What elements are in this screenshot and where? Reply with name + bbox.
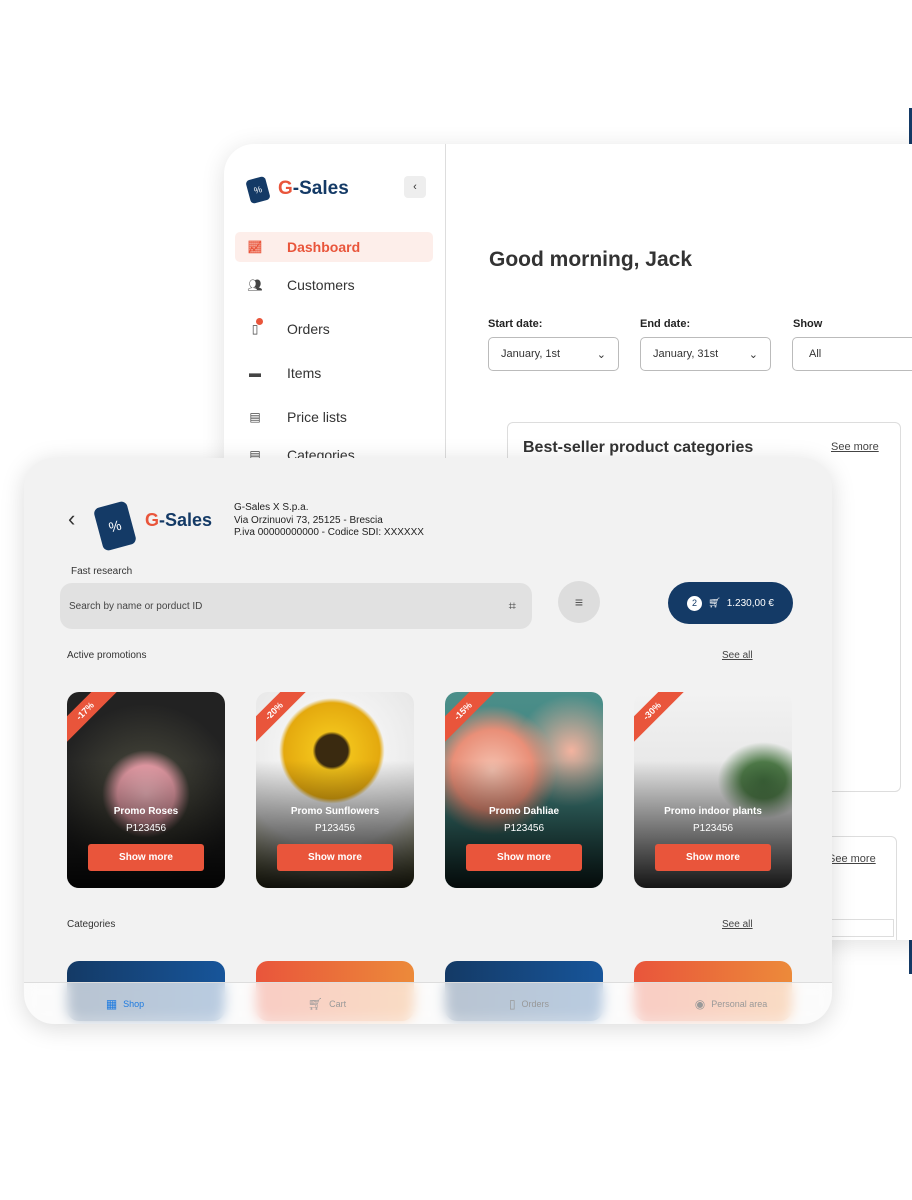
cart-icon: 🛒︎ — [307, 996, 324, 1011]
sidebar-item-label: Orders — [287, 321, 330, 337]
users-icon: 👥︎ — [247, 278, 263, 292]
clipboard-icon: ▯ — [247, 318, 263, 336]
show-label: Show — [793, 318, 823, 330]
chart-line-icon: 📈︎ — [247, 240, 263, 254]
search-label: Fast research — [71, 566, 133, 577]
chevron-down-icon: ⌄ — [596, 348, 606, 361]
show-more-button[interactable]: Show more — [466, 844, 582, 871]
promo-card[interactable]: -30% Promo indoor plants P123456 Show mo… — [634, 692, 792, 888]
shop-tablet-app: ‹ % G-Sales G-Sales X S.p.a. Via Orzinuo… — [24, 458, 832, 1024]
see-all-promotions-link[interactable]: See all — [722, 650, 753, 661]
promo-code: P123456 — [503, 823, 545, 834]
company-info: G-Sales X S.p.a. Via Orzinuovi 73, 25125… — [234, 502, 424, 540]
promo-code: P123456 — [314, 823, 356, 834]
filter-button[interactable]: ≡ — [558, 581, 600, 623]
back-button[interactable]: ‹ — [68, 506, 75, 532]
end-date-select[interactable]: January, 31st ⌄ — [640, 337, 771, 371]
show-more-button[interactable]: Show more — [277, 844, 393, 871]
tab-label: Personal area — [711, 998, 768, 1009]
collapse-sidebar-button[interactable]: ‹ — [404, 176, 426, 198]
promo-title: Promo Sunflowers — [290, 806, 380, 817]
promo-title: Promo indoor plants — [664, 806, 762, 817]
cart-summary-button[interactable]: 2 🛒︎ 1.230,00 € — [668, 582, 793, 624]
qr-code-icon[interactable]: ⌗ — [509, 598, 516, 614]
sidebar-item-customers[interactable]: 👥︎ Customers — [235, 270, 433, 300]
sidebar-item-label: Items — [287, 365, 322, 381]
tab-personal-area[interactable]: ◉ Personal area — [630, 983, 832, 1024]
end-date-label: End date: — [640, 318, 691, 330]
show-value: All — [809, 348, 822, 360]
company-tax-id: P.iva 00000000000 - Codice SDI: XXXXXX — [234, 527, 424, 538]
sidebar-item-items[interactable]: ▬ Items — [235, 358, 433, 388]
see-more-link[interactable]: See more — [831, 441, 879, 453]
tab-shop[interactable]: ▦ Shop — [24, 983, 226, 1024]
sidebar-item-orders[interactable]: ▯ Orders — [235, 314, 433, 344]
promo-title: Promo Roses — [113, 806, 179, 817]
show-select[interactable]: All — [792, 337, 912, 371]
promo-code: P123456 — [125, 823, 167, 834]
cart-count-badge: 2 — [687, 595, 703, 611]
user-circle-icon: ◉ — [694, 996, 706, 1011]
store-icon: ▬ — [249, 366, 261, 380]
search-input[interactable]: Search by name or porduct ID ⌗ — [60, 583, 532, 629]
brand-logo: G-Sales — [145, 510, 213, 530]
notification-dot — [256, 318, 263, 325]
show-more-button[interactable]: Show more — [88, 844, 204, 871]
brand-logo: G-Sales — [278, 178, 349, 199]
sidebar-item-label: Price lists — [287, 409, 347, 425]
company-address: Via Orzinuovi 73, 25125 - Brescia — [234, 514, 383, 526]
bottom-tab-bar: ▦ Shop 🛒︎ Cart ▯ Orders ◉ Personal area — [24, 982, 832, 1024]
cart-total: 1.230,00 € — [726, 597, 774, 609]
company-name: G-Sales X S.p.a. — [234, 502, 309, 513]
tab-label: Cart — [329, 998, 347, 1009]
start-date-select[interactable]: January, 1st ⌄ — [488, 337, 619, 371]
chevron-left-icon: ‹ — [413, 181, 417, 193]
sidebar-item-label: Dashboard — [287, 239, 361, 255]
sidebar-item-price-lists[interactable]: ▤ Price lists — [235, 402, 433, 432]
filter-icon: ≡ — [574, 594, 584, 610]
page-title: Good morning, Jack — [489, 248, 693, 271]
tab-orders[interactable]: ▯ Orders — [428, 983, 630, 1024]
promotions-title: Active promotions — [67, 650, 147, 661]
price-list-icon: ▤ — [249, 410, 261, 424]
sidebar-item-dashboard[interactable]: 📈︎ Dashboard — [235, 232, 433, 262]
promo-title: Promo Dahliae — [488, 806, 560, 817]
tab-label: Shop — [123, 998, 145, 1009]
see-all-categories-link[interactable]: See all — [722, 919, 753, 930]
categories-title: Categories — [67, 919, 116, 930]
start-date-label: Start date: — [488, 318, 543, 330]
logo-icon: % — [92, 500, 138, 552]
promo-card[interactable]: -17% Promo Roses P123456 Show more — [67, 692, 225, 888]
tab-label: Orders — [521, 998, 550, 1009]
grid-icon: ▦ — [105, 996, 118, 1011]
show-more-button[interactable]: Show more — [655, 844, 771, 871]
clipboard-icon: ▯ — [508, 996, 516, 1011]
chevron-left-icon: ‹ — [68, 506, 76, 531]
search-placeholder: Search by name or porduct ID — [69, 600, 203, 612]
sidebar-item-label: Customers — [287, 277, 355, 293]
logo-icon: % — [245, 175, 271, 205]
panel-title: Best-seller product categories — [523, 439, 754, 456]
chevron-down-icon: ⌄ — [748, 348, 758, 361]
start-date-value: January, 1st — [501, 348, 561, 360]
see-more-link[interactable]: See more — [828, 853, 876, 865]
promo-card[interactable]: -15% Promo Dahliae P123456 Show more — [445, 692, 603, 888]
promo-card[interactable]: -20% Promo Sunflowers P123456 Show more — [256, 692, 414, 888]
tab-cart[interactable]: 🛒︎ Cart — [226, 983, 428, 1024]
cart-icon: 🛒︎ — [708, 597, 721, 609]
promo-code: P123456 — [692, 823, 734, 834]
end-date-value: January, 31st — [653, 348, 719, 360]
